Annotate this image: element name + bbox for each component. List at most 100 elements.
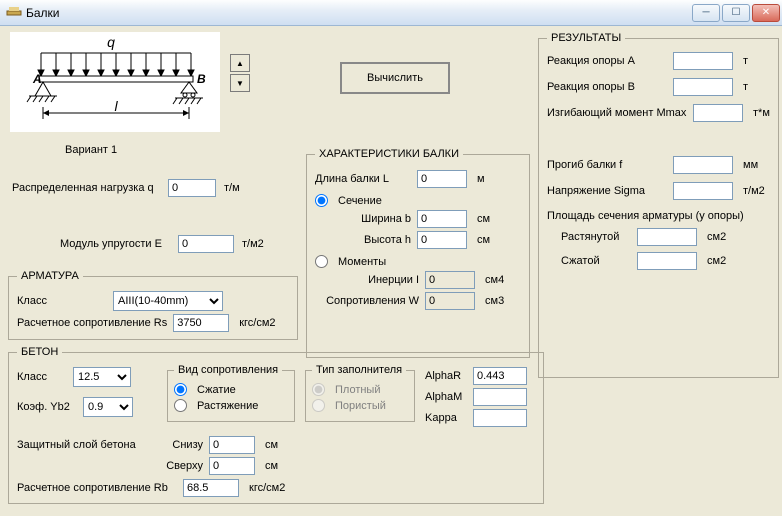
mmax-unit: т*м bbox=[753, 107, 770, 119]
rebar-class-select[interactable]: AIII(10-40mm) bbox=[113, 291, 223, 311]
resistance-compress-radio[interactable] bbox=[174, 383, 187, 396]
beam-height-input[interactable] bbox=[417, 231, 467, 249]
beam-height-unit: см bbox=[477, 234, 490, 246]
inertia-label: Инерции I bbox=[335, 274, 419, 286]
maximize-button[interactable]: ☐ bbox=[722, 4, 750, 22]
resist-W-unit: см3 bbox=[485, 295, 504, 307]
beam-diagram: q A B bbox=[10, 32, 220, 132]
results-group: РЕЗУЛЬТАТЫ Реакция опоры A т Реакция опо… bbox=[538, 32, 779, 378]
resistance-compress-label: Сжатие bbox=[197, 384, 236, 396]
reaction-a-output bbox=[673, 52, 733, 70]
section-label: Сечение bbox=[338, 195, 382, 207]
reaction-b-label: Реакция опоры B bbox=[547, 81, 667, 93]
filler-type-group: Тип заполнителя Плотный Пористый bbox=[305, 364, 415, 422]
resistance-tension-radio[interactable] bbox=[174, 399, 187, 412]
tension-area-unit: см2 bbox=[707, 231, 726, 243]
alphaR-label: AlphaR bbox=[425, 370, 467, 382]
beam-width-label: Ширина b bbox=[349, 213, 411, 225]
compress-area-output bbox=[637, 252, 697, 270]
filler-dense-label: Плотный bbox=[335, 384, 381, 396]
cover-bottom-input[interactable] bbox=[209, 436, 255, 454]
reaction-b-unit: т bbox=[743, 81, 748, 93]
concrete-class-select[interactable]: 12.5 bbox=[73, 367, 131, 387]
cover-label: Защитный слой бетона bbox=[17, 439, 157, 451]
diagram-q-label: q bbox=[107, 34, 115, 50]
cover-top-input[interactable] bbox=[209, 457, 255, 475]
rb-label: Расчетное сопротивление Rb bbox=[17, 482, 177, 494]
concrete-legend: БЕТОН bbox=[17, 346, 62, 358]
distributed-load-label: Распределенная нагрузка q bbox=[12, 182, 154, 194]
kappa-label: Kappa bbox=[425, 412, 467, 424]
window-title: Балки bbox=[26, 6, 692, 20]
resistance-type-legend: Вид сопротивления bbox=[174, 364, 282, 376]
rebar-area-label: Площадь сечения арматуры (у опоры) bbox=[547, 210, 770, 222]
beam-props-legend: ХАРАКТЕРИСТИКИ БАЛКИ bbox=[315, 148, 463, 160]
spinner-up-button[interactable]: ▲ bbox=[230, 54, 250, 72]
concrete-class-label: Класс bbox=[17, 371, 67, 383]
results-legend: РЕЗУЛЬТАТЫ bbox=[547, 32, 625, 44]
resistance-type-group: Вид сопротивления Сжатие Растяжение bbox=[167, 364, 295, 422]
rb-input[interactable] bbox=[183, 479, 239, 497]
mmax-label: Изгибающий момент Mmax bbox=[547, 107, 687, 119]
svg-text:l: l bbox=[114, 98, 118, 114]
svg-text:A: A bbox=[32, 72, 42, 86]
distributed-load-unit: т/м bbox=[224, 182, 240, 194]
rebar-rs-input[interactable] bbox=[173, 314, 229, 332]
deflection-output bbox=[673, 156, 733, 174]
app-icon bbox=[6, 5, 22, 21]
reaction-b-output bbox=[673, 78, 733, 96]
elastic-modulus-label: Модуль упругости E bbox=[60, 238, 162, 250]
rebar-rs-label: Расчетное сопротивление Rs bbox=[17, 317, 167, 329]
titlebar: Балки ─ ☐ ✕ bbox=[0, 0, 782, 26]
cover-top-unit: см bbox=[265, 460, 278, 472]
alphaR-input[interactable] bbox=[473, 367, 527, 385]
mmax-output bbox=[693, 104, 743, 122]
rebar-class-label: Класс bbox=[17, 295, 107, 307]
variant-spinner: ▲ ▼ bbox=[230, 54, 250, 92]
filler-dense-radio bbox=[312, 383, 325, 396]
elastic-modulus-input[interactable] bbox=[178, 235, 234, 253]
beam-length-input[interactable] bbox=[417, 170, 467, 188]
rebar-group: АРМАТУРА Класс AIII(10-40mm) Расчетное с… bbox=[8, 270, 298, 340]
concrete-group: БЕТОН Класс 12.5 Коэф. Yb2 0.9 Вид сопро… bbox=[8, 346, 544, 504]
beam-length-label: Длина балки L bbox=[315, 173, 411, 185]
sigma-unit: т/м2 bbox=[743, 185, 765, 197]
cover-bottom-unit: см bbox=[265, 439, 278, 451]
filler-porous-radio bbox=[312, 399, 325, 412]
moments-radio[interactable] bbox=[315, 255, 328, 268]
close-button[interactable]: ✕ bbox=[752, 4, 780, 22]
filler-porous-label: Пористый bbox=[335, 400, 386, 412]
yb2-select[interactable]: 0.9 bbox=[83, 397, 133, 417]
section-radio[interactable] bbox=[315, 194, 328, 207]
moments-label: Моменты bbox=[338, 256, 386, 268]
tension-area-label: Растянутой bbox=[561, 231, 631, 243]
rebar-legend: АРМАТУРА bbox=[17, 270, 83, 282]
resist-W-input bbox=[425, 292, 475, 310]
elastic-modulus-unit: т/м2 bbox=[242, 238, 264, 250]
sigma-label: Напряжение Sigma bbox=[547, 185, 667, 197]
compress-area-label: Сжатой bbox=[561, 255, 631, 267]
yb2-label: Коэф. Yb2 bbox=[17, 401, 77, 413]
beam-props-group: ХАРАКТЕРИСТИКИ БАЛКИ Длина балки L м Сеч… bbox=[306, 148, 530, 358]
distributed-load-input[interactable] bbox=[168, 179, 216, 197]
beam-height-label: Высота h bbox=[349, 234, 411, 246]
rebar-rs-unit: кгс/см2 bbox=[239, 317, 275, 329]
compress-area-unit: см2 bbox=[707, 255, 726, 267]
filler-type-legend: Тип заполнителя bbox=[312, 364, 406, 376]
beam-width-unit: см bbox=[477, 213, 490, 225]
kappa-input[interactable] bbox=[473, 409, 527, 427]
calculate-button[interactable]: Вычислить bbox=[340, 62, 450, 94]
rb-unit: кгс/см2 bbox=[249, 482, 285, 494]
variant-label: Вариант 1 bbox=[65, 144, 117, 156]
cover-bottom-label: Снизу bbox=[163, 439, 203, 451]
deflection-unit: мм bbox=[743, 159, 758, 171]
inertia-unit: см4 bbox=[485, 274, 504, 286]
alphaM-input[interactable] bbox=[473, 388, 527, 406]
svg-text:B: B bbox=[197, 72, 206, 86]
beam-width-input[interactable] bbox=[417, 210, 467, 228]
minimize-button[interactable]: ─ bbox=[692, 4, 720, 22]
sigma-output bbox=[673, 182, 733, 200]
reaction-a-unit: т bbox=[743, 55, 748, 67]
alphaM-label: AlphaM bbox=[425, 391, 467, 403]
spinner-down-button[interactable]: ▼ bbox=[230, 74, 250, 92]
